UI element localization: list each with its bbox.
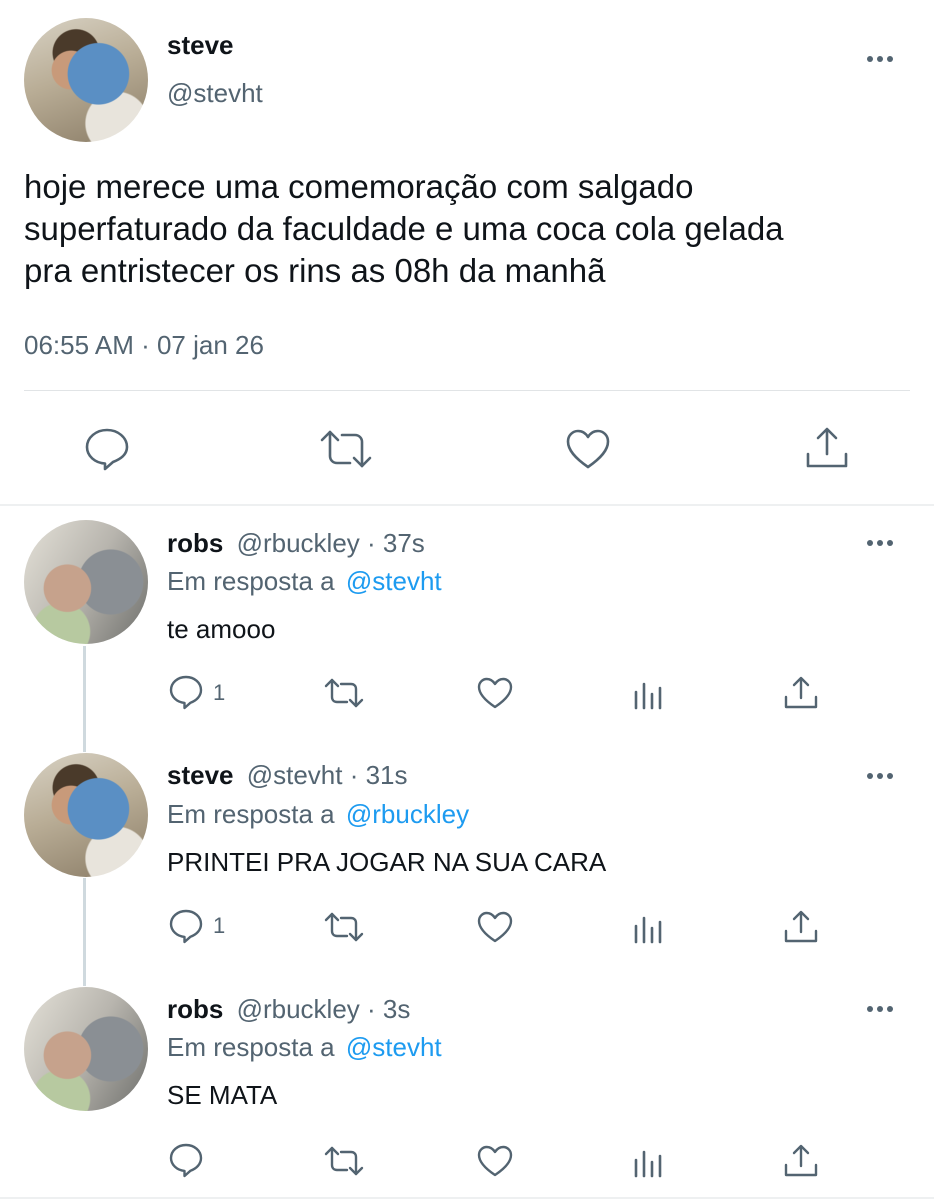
like-icon[interactable] [476, 676, 514, 710]
reply-text: SE MATA [167, 1080, 278, 1110]
more-options-icon[interactable] [867, 1006, 893, 1012]
avatar[interactable] [24, 18, 148, 142]
reply-icon[interactable] [84, 427, 130, 471]
reply-to-link[interactable]: @stevht [346, 1032, 442, 1062]
divider [24, 390, 910, 391]
divider [0, 1197, 934, 1199]
reply-prefix: Em resposta a [167, 799, 335, 829]
retweet-icon[interactable] [318, 428, 374, 470]
share-icon[interactable] [783, 1143, 819, 1179]
reply-header: steve @stevht · 31s [167, 760, 408, 791]
author-name[interactable]: steve [167, 30, 234, 61]
reply-context: Em resposta a @stevht [167, 566, 442, 597]
tweet-text: hoje merece uma comemoração com salgado … [24, 166, 914, 292]
reply-prefix: Em resposta a [167, 1032, 335, 1062]
analytics-icon[interactable] [633, 680, 665, 710]
more-options-icon[interactable] [867, 773, 893, 779]
reply-count: 1 [213, 680, 226, 705]
thread-line [83, 646, 86, 752]
share-icon[interactable] [804, 426, 850, 470]
like-icon[interactable] [565, 428, 611, 470]
author-handle[interactable]: @stevht [167, 78, 263, 109]
retweet-icon[interactable] [323, 911, 365, 943]
reply-to-link[interactable]: @stevht [346, 566, 442, 596]
reply-to-link[interactable]: @rbuckley [346, 799, 469, 829]
more-options-icon[interactable] [867, 540, 893, 546]
divider [0, 504, 934, 506]
reply-text: te amooo [167, 614, 276, 644]
author-name[interactable]: steve [167, 760, 234, 790]
like-icon[interactable] [476, 910, 514, 944]
tweet-timestamp[interactable]: 06:55 AM · 07 jan 26 [24, 330, 264, 361]
thread-line [83, 878, 86, 986]
analytics-icon[interactable] [633, 914, 665, 944]
avatar[interactable] [24, 987, 148, 1111]
reply-icon[interactable] [168, 1142, 204, 1178]
reply-header: robs @rbuckley · 3s [167, 994, 410, 1025]
avatar[interactable] [24, 520, 148, 644]
share-icon[interactable] [783, 909, 819, 945]
reply-context: Em resposta a @rbuckley [167, 799, 469, 830]
share-icon[interactable] [783, 675, 819, 711]
tweet-text-line: hoje merece uma comemoração com salgado [24, 168, 694, 205]
reply-context: Em resposta a @stevht [167, 1032, 442, 1063]
author-handle[interactable]: @stevht · 31s [247, 760, 408, 790]
author-handle[interactable]: @rbuckley · 37s [237, 528, 425, 558]
author-name[interactable]: robs [167, 994, 223, 1024]
tweet-text-line: superfaturado da faculdade e uma coca co… [24, 210, 784, 247]
tweet-text-line: pra entristecer os rins as 08h da manhã [24, 252, 606, 289]
reply-header: robs @rbuckley · 37s [167, 528, 425, 559]
reply-text: PRINTEI PRA JOGAR NA SUA CARA [167, 847, 607, 877]
reply-count: 1 [213, 913, 226, 938]
more-options-icon[interactable] [867, 56, 893, 62]
reply-icon[interactable] [168, 908, 204, 944]
reply-icon[interactable] [168, 674, 204, 710]
reply-prefix: Em resposta a [167, 566, 335, 596]
author-name[interactable]: robs [167, 528, 223, 558]
analytics-icon[interactable] [633, 1148, 665, 1178]
retweet-icon[interactable] [323, 1145, 365, 1177]
avatar[interactable] [24, 753, 148, 877]
retweet-icon[interactable] [323, 677, 365, 709]
like-icon[interactable] [476, 1144, 514, 1178]
author-handle[interactable]: @rbuckley · 3s [237, 994, 411, 1024]
